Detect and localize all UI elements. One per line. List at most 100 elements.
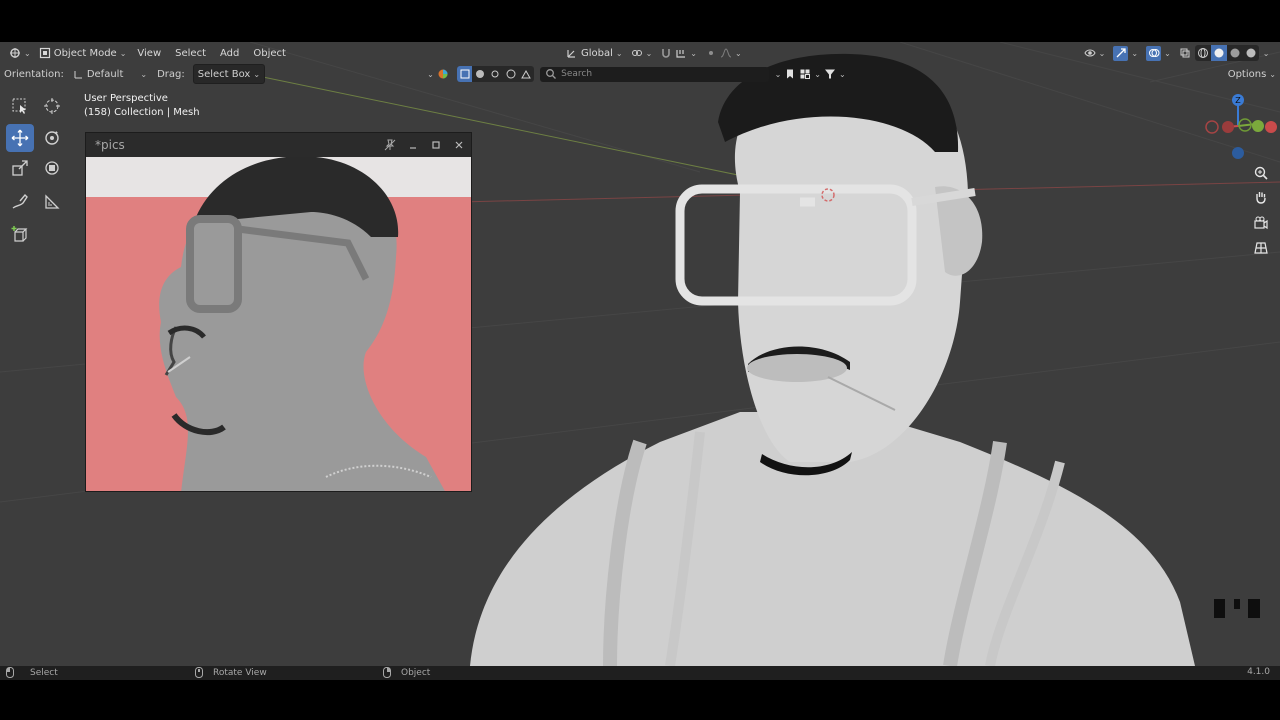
maximize-button[interactable] — [427, 137, 444, 153]
gizmo-icon — [1116, 48, 1126, 58]
color-wheel-icon — [438, 69, 448, 79]
search-input[interactable]: Search — [540, 66, 769, 82]
camera-view-button[interactable] — [1250, 212, 1272, 234]
filter-type-dropdown[interactable]: ⌄ — [423, 65, 453, 83]
filter-light-button[interactable] — [488, 66, 503, 82]
transform-orientation-dropdown[interactable]: Global ⌄ — [562, 44, 627, 62]
editor-type-button[interactable]: ⌄ — [5, 44, 35, 62]
pan-button[interactable] — [1250, 186, 1272, 208]
options-dropdown[interactable]: Options ⌄ — [1224, 65, 1280, 83]
chevron-down-icon: ⌄ — [1262, 48, 1270, 58]
filter-material-button[interactable] — [472, 66, 487, 82]
cursor-tool[interactable] — [38, 92, 66, 120]
cursor-icon — [44, 98, 60, 114]
menu-object[interactable]: Object — [246, 44, 293, 62]
chevron-down-icon: ⌄ — [140, 69, 148, 79]
snap-icon — [662, 49, 671, 58]
chevron-down-icon: ⌄ — [253, 69, 261, 79]
pin-off-icon — [384, 139, 395, 151]
drag-dropdown[interactable]: Select Box ⌄ — [192, 64, 266, 84]
shading-options-dropdown[interactable]: ⌄ — [1259, 44, 1274, 62]
pin-button[interactable] — [381, 137, 398, 153]
chevron-down-icon: ⌄ — [615, 48, 623, 58]
menu-add[interactable]: Add — [213, 44, 246, 62]
hand-icon — [1256, 192, 1266, 204]
transform-tool[interactable] — [38, 154, 66, 182]
visibility-dropdown[interactable]: ⌄ — [1080, 44, 1110, 62]
orientation-label: Orientation: — [4, 68, 64, 80]
scale-icon — [12, 160, 28, 176]
rotate-tool[interactable] — [38, 124, 66, 152]
select-box-tool[interactable] — [6, 92, 34, 120]
gizmo-y-axis[interactable] — [1252, 120, 1264, 132]
close-icon — [455, 141, 462, 149]
scale-tool[interactable] — [6, 154, 34, 182]
chevron-down-icon: ⌄ — [690, 48, 697, 58]
reference-image-window[interactable]: *pics — [85, 132, 472, 492]
pivot-icon — [631, 50, 642, 56]
solid-shading-button[interactable] — [1210, 45, 1227, 61]
zoom-button[interactable] — [1250, 162, 1272, 184]
close-button[interactable] — [450, 137, 467, 153]
collection-label: (158) Collection | Mesh — [84, 107, 200, 118]
filter-scene-button[interactable] — [519, 66, 534, 82]
chevron-down-icon: ⌄ — [1164, 48, 1171, 58]
wireframe-sphere-icon — [1197, 48, 1208, 58]
chevron-down-icon: ⌄ — [839, 69, 846, 79]
rendered-shading-button[interactable] — [1243, 45, 1259, 61]
scene-filter-icon — [521, 69, 532, 79]
annotate-tool[interactable] — [6, 188, 34, 216]
move-tool[interactable] — [6, 124, 34, 152]
tool-settings-bar: Orientation: Default ⌄ Drag: Select Box … — [0, 64, 1280, 84]
annotate-pencil-icon — [12, 193, 28, 209]
wireframe-shading-button[interactable] — [1195, 45, 1211, 61]
status-object: Object — [383, 667, 430, 678]
viewport-header: ⌄ Object Mode ⌄ View Select Add Object G… — [0, 42, 1280, 64]
transform-orientation-label: Global — [580, 47, 613, 59]
pivot-point-dropdown[interactable]: ⌄ — [627, 44, 657, 62]
gizmo-toggle[interactable]: ⌄ — [1109, 44, 1142, 62]
object-filter-icon — [460, 69, 469, 79]
object-mode-label: Object Mode — [53, 47, 117, 59]
filter-world-button[interactable] — [503, 66, 518, 82]
xray-toggle[interactable] — [1175, 44, 1195, 62]
mouse-left-icon — [6, 667, 14, 678]
minimize-button[interactable] — [404, 137, 421, 153]
options-label: Options — [1227, 68, 1267, 80]
orientation-value: Default — [86, 68, 124, 80]
chevron-down-icon: ⌄ — [814, 69, 821, 79]
perspective-toggle-button[interactable] — [1250, 237, 1272, 259]
gizmo-neg-x[interactable] — [1265, 121, 1277, 133]
gizmo-z-label: Z — [1235, 96, 1241, 105]
navigation-gizmo[interactable]: Z — [1200, 90, 1280, 164]
version-label: 4.1.0 — [1247, 667, 1270, 677]
filter-options[interactable]: ⌄ ⌄ ⌄ — [771, 65, 850, 83]
camera-icon — [1254, 216, 1268, 230]
filter-object-button[interactable] — [456, 66, 473, 82]
xray-icon — [1180, 48, 1190, 58]
material-sphere-icon — [1230, 48, 1240, 58]
status-bar: Select Rotate View Object 4.1.0 — [0, 666, 1280, 680]
menu-view[interactable]: View — [130, 44, 168, 62]
snap-toggle[interactable]: ⌄ — [656, 44, 701, 62]
orientation-dropdown[interactable]: Default ⌄ — [68, 65, 151, 83]
funnel-icon — [825, 69, 835, 79]
select-box-icon — [12, 98, 26, 114]
falloff-icon — [720, 48, 732, 58]
object-mode-dropdown[interactable]: Object Mode ⌄ — [35, 44, 131, 62]
gizmo-z-negative[interactable] — [1232, 147, 1244, 159]
measure-tool[interactable] — [38, 188, 66, 216]
overlays-toggle[interactable]: ⌄ — [1142, 44, 1175, 62]
perspective-label: User Perspective — [84, 93, 168, 104]
maximize-icon — [431, 141, 440, 149]
gizmo-x-axis[interactable] — [1222, 121, 1234, 133]
sculpt-mesh — [470, 53, 1195, 666]
proportional-edit-toggle[interactable]: ⌄ — [701, 44, 746, 62]
menu-select[interactable]: Select — [168, 44, 213, 62]
letterbox-bottom — [0, 680, 1280, 720]
move-icon — [11, 129, 29, 147]
add-cube-tool[interactable] — [6, 220, 34, 248]
material-shading-button[interactable] — [1227, 45, 1243, 61]
gizmo-x-negative[interactable] — [1205, 120, 1219, 134]
rotate-icon — [45, 131, 59, 145]
